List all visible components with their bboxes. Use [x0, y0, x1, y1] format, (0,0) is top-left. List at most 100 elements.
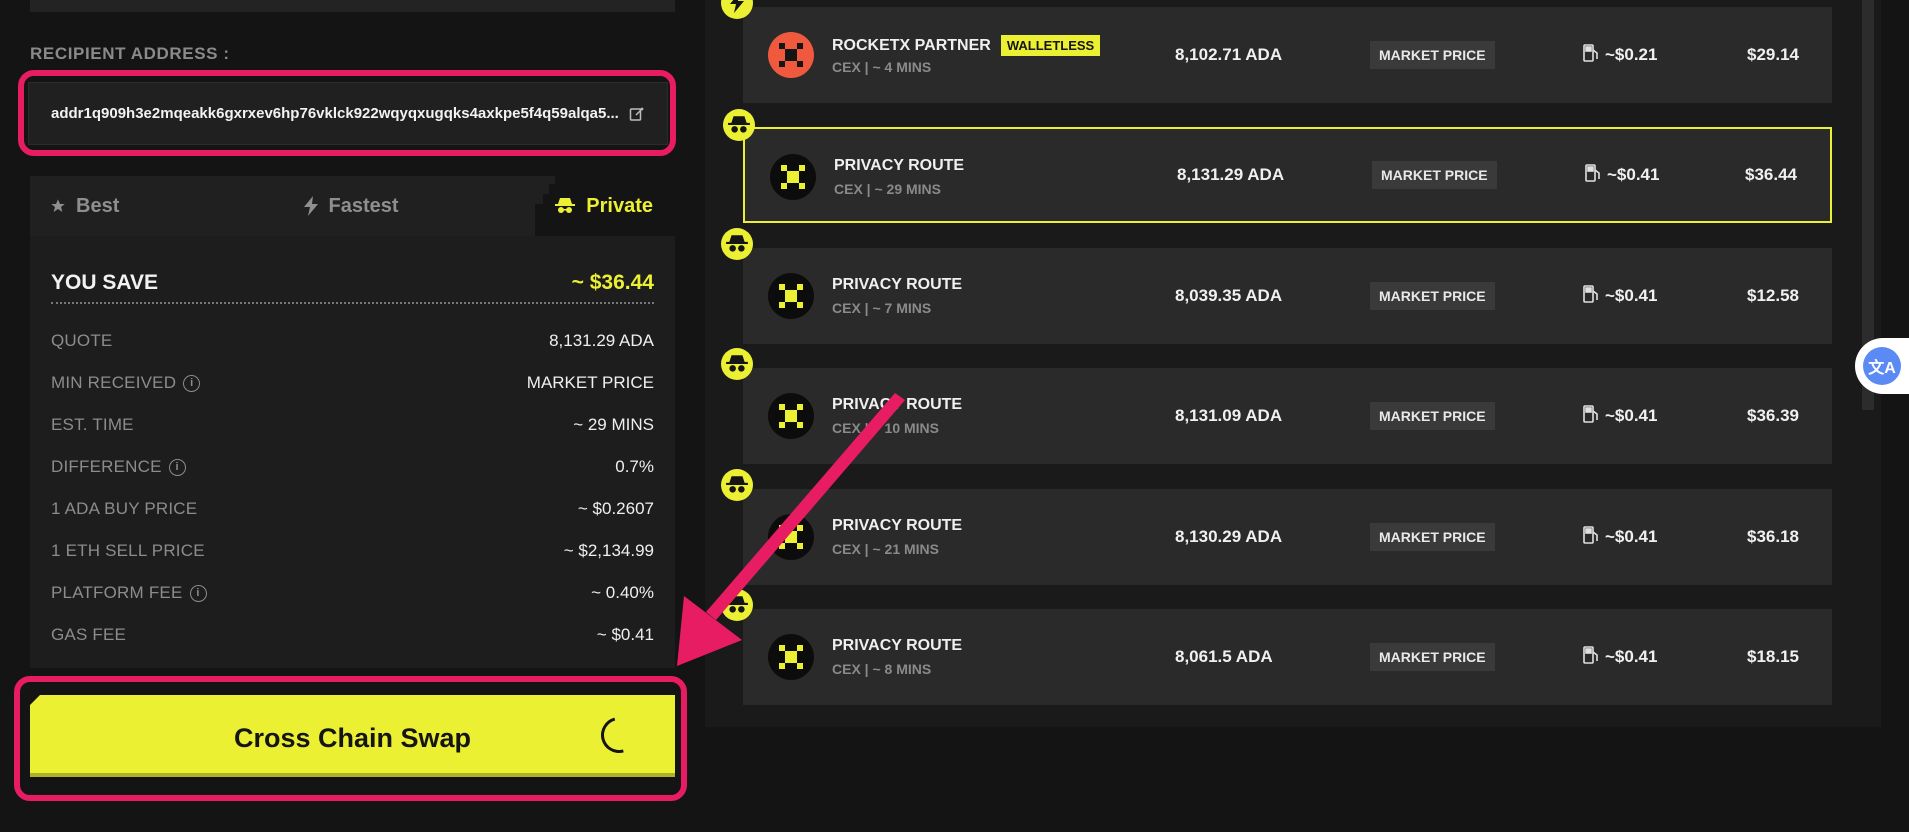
route-amount: 8,061.5 ADA — [1175, 647, 1273, 666]
route-gas: ~$0.41 — [1583, 525, 1658, 549]
summary-row-ada-buy-price: 1 ADA BUY PRICE ~ $0.2607 — [51, 488, 654, 530]
route-usd-value: $36.18 — [1747, 527, 1799, 546]
rocketx-logo-icon — [768, 32, 814, 78]
exchange-logo-icon — [768, 514, 814, 560]
tab-private[interactable]: Private — [452, 195, 675, 218]
star-icon — [51, 199, 65, 212]
route-gas-value: ~$0.41 — [1605, 286, 1658, 305]
route-row[interactable]: PRIVACY ROUTE CEX | ~ 8 MINS 8,061.5 ADA MA… — [721, 589, 1832, 705]
route-gas: ~$0.41 — [1585, 163, 1660, 187]
route-name: PRIVACY ROUTE — [832, 637, 962, 655]
summary-row-value: 8,131.29 ADA — [549, 331, 654, 350]
tab-fastest[interactable]: Fastest — [251, 195, 452, 218]
route-amount: 8,039.35 ADA — [1175, 286, 1283, 305]
route-name-text: ROCKETX PARTNER — [832, 36, 991, 54]
you-save-row: YOU SAVE ~ $36.44 — [51, 264, 654, 304]
summary-row-label: EST. TIME — [51, 415, 134, 434]
route-meta: CEX | ~ 7 MINS — [832, 300, 932, 316]
walletless-badge: WALLETLESS — [1000, 35, 1101, 56]
route-name: PRIVACY ROUTE — [834, 157, 964, 175]
route-gas-value: ~$0.41 — [1605, 406, 1658, 425]
spy-icon — [721, 228, 753, 260]
route-meta: CEX | ~ 4 MINS — [832, 59, 932, 75]
spy-icon — [555, 198, 576, 213]
summary-row-label: QUOTE — [51, 331, 113, 350]
route-name-text: PRIVACY ROUTE — [832, 517, 963, 534]
recipient-address-label: RECIPIENT ADDRESS : — [30, 44, 230, 63]
route-amount: 8,102.71 ADA — [1175, 45, 1283, 64]
route-row[interactable]: PRIVACY ROUTE CEX | ~ 21 MINS 8,130.29 ADA… — [721, 469, 1832, 585]
summary-row-value: ~ 29 MINS — [573, 415, 654, 434]
route-usd-value: $36.39 — [1747, 406, 1799, 425]
route-price-type: MARKET PRICE — [1370, 41, 1495, 69]
summary-row-value: ~ $0.2607 — [577, 499, 654, 518]
summary-row-value: ~ $2,134.99 — [563, 541, 654, 560]
spy-icon — [723, 109, 755, 141]
route-gas-value: ~$0.41 — [1605, 527, 1658, 546]
route-usd-value: $36.44 — [1745, 165, 1797, 184]
fuel-pump-icon — [1585, 163, 1601, 187]
summary-row-label: MIN RECEIVED — [51, 373, 177, 392]
route-gas: ~$0.41 — [1583, 645, 1658, 669]
route-tabs: Best Fastest Private — [30, 176, 675, 236]
route-amount: 8,131.29 ADA — [1177, 165, 1285, 184]
route-row[interactable]: PRIVACY ROUTE CEX | ~ 10 MINS 8,131.09 ADA… — [721, 348, 1832, 464]
route-gas-value: ~$0.41 — [1607, 165, 1660, 184]
route-name-text: PRIVACY ROUTE — [832, 276, 963, 293]
route-usd-value: $29.14 — [1747, 45, 1799, 64]
info-icon[interactable]: i — [168, 458, 186, 476]
route-price-type: MARKET PRICE — [1370, 643, 1495, 671]
route-gas-value: ~$0.41 — [1605, 647, 1658, 666]
summary-rows: QUOTE 8,131.29 ADA MIN RECEIVED i MARKET PR… — [51, 320, 654, 656]
summary-row-value: ~ 0.40% — [591, 583, 654, 602]
info-icon[interactable]: i — [189, 584, 207, 602]
route-gas: ~$0.21 — [1583, 43, 1657, 67]
address-highlight-box — [18, 70, 676, 156]
summary-row-label: 1 ETH SELL PRICE — [51, 541, 205, 560]
translate-button[interactable]: 文A — [1855, 338, 1909, 394]
swap-highlight-box — [14, 676, 687, 801]
summary-row-label: 1 ADA BUY PRICE — [51, 499, 198, 518]
route-gas: ~$0.41 — [1583, 284, 1658, 308]
route-price-type: MARKET PRICE — [1370, 402, 1495, 430]
route-amount: 8,130.29 ADA — [1175, 527, 1283, 546]
translate-icon: 文A — [1863, 347, 1901, 385]
quote-summary: YOU SAVE ~ $36.44 QUOTE 8,131.29 ADA MIN … — [30, 236, 675, 668]
route-name: PRIVACY ROUTE — [832, 396, 962, 414]
route-meta: CEX | ~ 21 MINS — [832, 541, 940, 557]
tab-fastest-label: Fastest — [328, 194, 399, 217]
route-meta: CEX | ~ 29 MINS — [834, 181, 942, 197]
fuel-pump-icon — [1583, 284, 1599, 308]
route-row[interactable]: PRIVACY ROUTE CEX | ~ 29 MINS 8,131.29 ADA… — [723, 109, 1832, 223]
info-icon[interactable]: i — [183, 374, 201, 392]
fuel-pump-icon — [1583, 525, 1599, 549]
route-price-type: MARKET PRICE — [1370, 523, 1495, 551]
route-usd-value: $12.58 — [1747, 286, 1799, 305]
summary-row-value: MARKET PRICE — [526, 373, 654, 392]
route-row[interactable]: ROCKETX PARTNER WALLETLESS CEX | ~ 4 MINS 8… — [721, 0, 1832, 103]
summary-row-gas-fee: GAS FEE ~ $0.41 — [51, 614, 654, 656]
exchange-logo-icon — [768, 634, 814, 680]
route-name-text: PRIVACY ROUTE — [832, 637, 963, 654]
exchange-logo-icon — [768, 273, 814, 319]
summary-row-quote: QUOTE 8,131.29 ADA — [51, 320, 654, 362]
exchange-logo-icon — [768, 393, 814, 439]
summary-row-value: ~ $0.41 — [596, 625, 654, 644]
route-usd-value: $18.15 — [1747, 647, 1799, 666]
summary-row-eth-sell-price: 1 ETH SELL PRICE ~ $2,134.99 — [51, 530, 654, 572]
route-price-type: MARKET PRICE — [1370, 282, 1495, 310]
lightning-icon — [304, 196, 319, 216]
summary-row-value: 0.7% — [615, 457, 654, 476]
summary-row-difference: DIFFERENCE i 0.7% — [51, 446, 654, 488]
spy-icon — [721, 589, 753, 621]
exchange-logo-icon — [770, 154, 816, 200]
summary-row-min-received: MIN RECEIVED i MARKET PRICE — [51, 362, 654, 404]
route-name: ROCKETX PARTNER WALLETLESS — [832, 35, 1101, 56]
spy-icon — [721, 348, 753, 380]
you-save-label: YOU SAVE — [51, 271, 158, 294]
summary-row-label: GAS FEE — [51, 625, 127, 644]
route-name: PRIVACY ROUTE — [832, 276, 962, 294]
tab-best[interactable]: Best — [30, 195, 251, 218]
summary-row-label: DIFFERENCE — [51, 457, 162, 476]
route-row[interactable]: PRIVACY ROUTE CEX | ~ 7 MINS 8,039.35 ADA M… — [721, 228, 1832, 344]
